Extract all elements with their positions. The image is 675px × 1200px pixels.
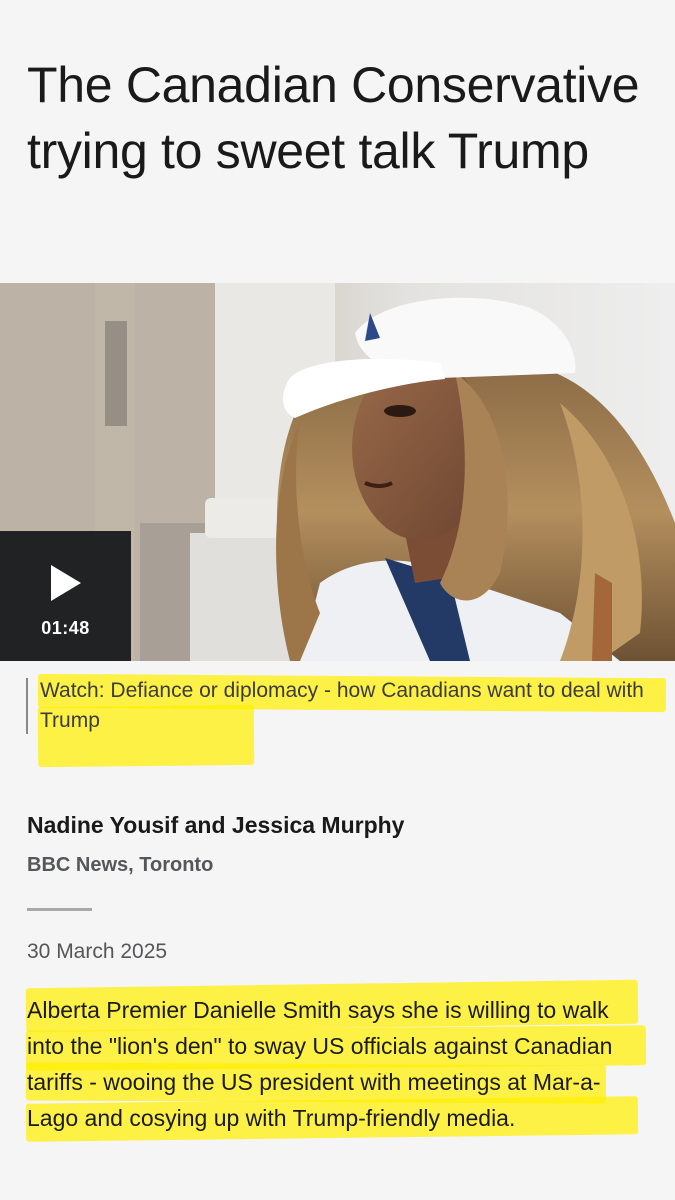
byline-authors: Nadine Yousif and Jessica Murphy (27, 812, 405, 838)
play-icon[interactable] (51, 565, 81, 601)
byline-divider (27, 908, 92, 911)
article-headline: The Canadian Conservative trying to swee… (27, 57, 640, 179)
byline-source: BBC News, Toronto (27, 854, 214, 876)
video-duration: 01:48 (41, 618, 90, 638)
video-caption: Watch: Defiance or diplomacy - how Canad… (40, 679, 644, 732)
lead-paragraph: Alberta Premier Danielle Smith says she … (27, 997, 613, 1131)
article-page: The Canadian Conservative trying to swee… (0, 0, 675, 1200)
caption-rule (26, 678, 28, 734)
publish-date: 30 March 2025 (27, 940, 168, 963)
